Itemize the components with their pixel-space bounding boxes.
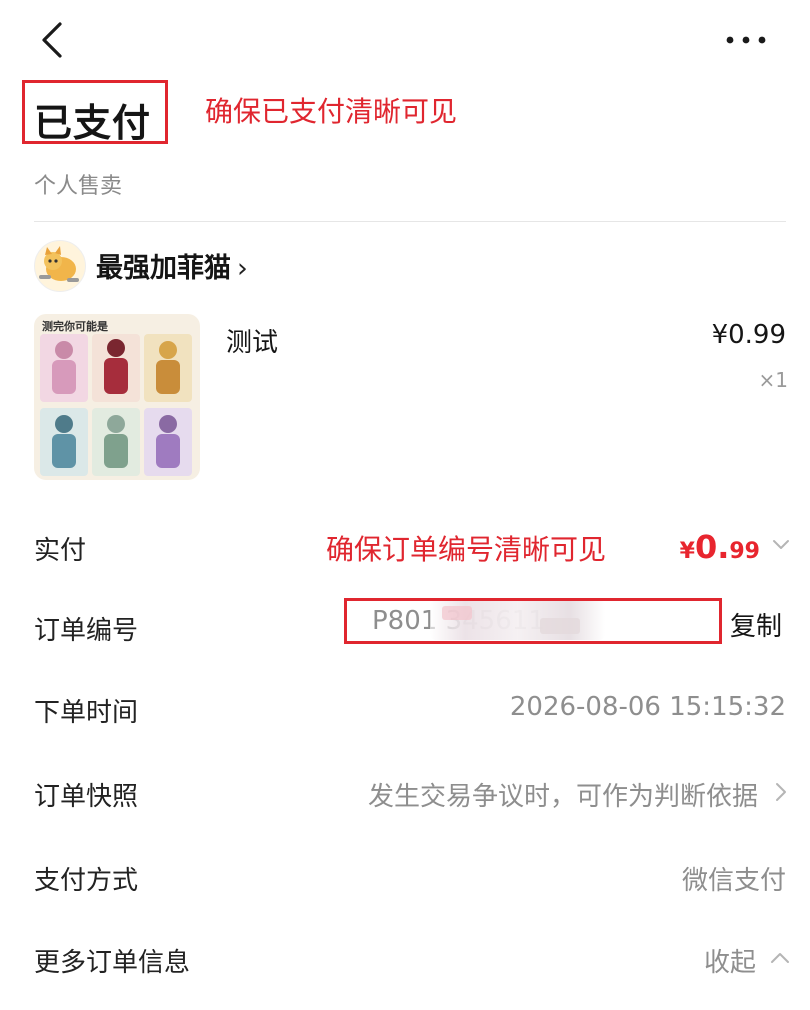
currency-symbol: ¥ xyxy=(679,539,695,564)
pay-method-label: 支付方式 xyxy=(34,866,139,896)
annotation-order-number: 确保订单编号清晰可见 xyxy=(326,533,607,566)
order-number-label: 订单编号 xyxy=(34,616,139,646)
pay-method-value: 微信支付 xyxy=(681,866,786,896)
seller-avatar[interactable] xyxy=(34,240,86,292)
seller-name-link[interactable]: 最强加菲猫 › xyxy=(96,246,248,285)
product-quantity: ×1 xyxy=(758,368,788,392)
order-status-title: 已支付 xyxy=(34,101,152,145)
order-time-value: 2026-08-06 15:15:32 xyxy=(509,692,786,722)
back-arrow-icon[interactable] xyxy=(38,20,68,60)
product-price: ¥0.99 xyxy=(711,320,786,350)
amount-dec: 99 xyxy=(729,539,760,564)
product-thumbnail[interactable]: 测完你可能是 xyxy=(34,314,200,480)
chevron-down-icon[interactable] xyxy=(772,536,790,554)
annotation-status: 确保已支付清晰可见 xyxy=(205,95,458,128)
more-info-label: 更多订单信息 xyxy=(34,948,191,978)
divider xyxy=(34,221,786,222)
snapshot-value[interactable]: 发生交易争议时，可作为判断依据 xyxy=(368,776,758,813)
product-name: 测试 xyxy=(226,328,279,358)
chevron-right-icon: › xyxy=(237,253,248,284)
collapse-toggle[interactable]: 收起 xyxy=(704,942,756,979)
amount-int: 0. xyxy=(694,528,730,566)
chevron-right-icon[interactable] xyxy=(774,782,788,802)
order-number-highlight-box xyxy=(344,598,722,644)
order-time-label: 下单时间 xyxy=(34,698,139,728)
more-dots-icon[interactable] xyxy=(722,24,770,54)
chevron-up-icon[interactable] xyxy=(770,950,790,966)
copy-button[interactable]: 复制 xyxy=(730,606,782,643)
sale-type-subtitle: 个人售卖 xyxy=(34,174,123,199)
snapshot-label: 订单快照 xyxy=(34,782,139,812)
seller-name: 最强加菲猫 xyxy=(96,253,231,284)
paid-label: 实付 xyxy=(34,536,87,566)
paid-amount: ¥0.99 xyxy=(680,528,760,566)
